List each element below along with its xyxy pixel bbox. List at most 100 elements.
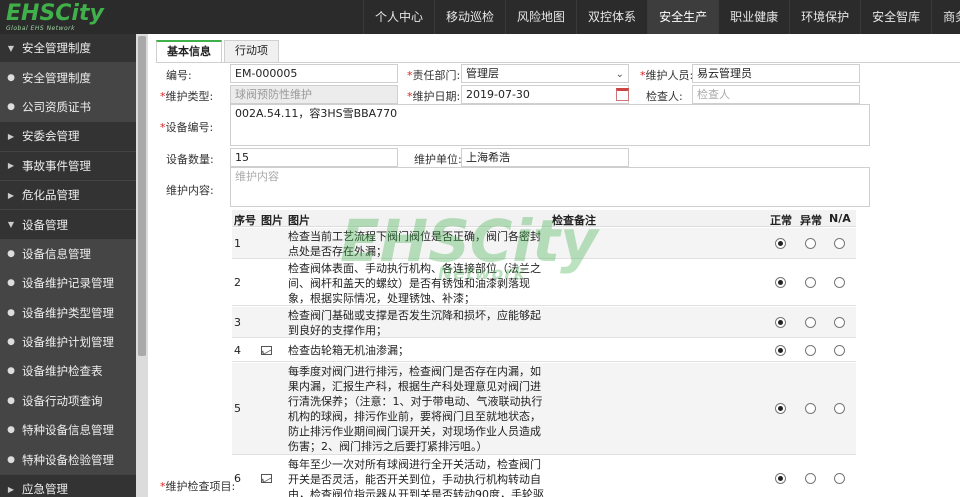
sidebar-item-11[interactable]: ● 设备维护检查表: [0, 357, 136, 387]
radio-abnormal[interactable]: [805, 345, 816, 356]
equip-qty-field[interactable]: 15: [230, 148, 398, 167]
sidebar-scrollbar[interactable]: [136, 34, 148, 497]
radio-abnormal[interactable]: [805, 277, 816, 288]
sidebar-item-label: 设备信息管理: [22, 246, 91, 261]
bullet-icon: ●: [7, 307, 15, 318]
dept-label: *责任部门:: [407, 69, 461, 82]
image-icon[interactable]: [261, 474, 272, 483]
col-no: 序号: [234, 214, 256, 227]
main-nav: 个人中心移动巡检风险地图双控体系安全生产职业健康环境保护安全智库商务中心: [363, 0, 960, 34]
date-field[interactable]: 2019-07-30: [461, 85, 629, 104]
maintainer-field[interactable]: 易云管理员: [692, 64, 860, 83]
caret-down-icon: ▼: [7, 43, 15, 53]
sidebar-item-3[interactable]: ▶ 安委会管理: [0, 122, 136, 152]
sidebar-item-label: 安全管理制度: [22, 70, 91, 85]
code-field[interactable]: EM-000005: [230, 64, 398, 83]
sidebar-item-8[interactable]: ● 设备维护记录管理: [0, 269, 136, 299]
sidebar-item-label: 应急管理: [22, 482, 68, 497]
caret-right-icon: ▶: [7, 484, 15, 494]
sidebar-item-label: 设备维护检查表: [22, 364, 103, 379]
nav-item-0[interactable]: 个人中心: [363, 0, 434, 34]
radio-na[interactable]: [834, 277, 845, 288]
nav-item-8[interactable]: 商务中心: [931, 0, 960, 34]
caret-right-icon: ▶: [7, 161, 15, 171]
sidebar-item-label: 安全管理制度: [22, 41, 91, 56]
calendar-icon[interactable]: [616, 88, 629, 101]
type-label: *维护类型:: [160, 90, 214, 103]
check-item-text: 每季度对阀门进行排污，检查阀门是否存在内漏，如果内漏，汇报生产科，根据生产科处理…: [288, 365, 543, 453]
check-item-text: 检查齿轮箱无机油渗漏；: [288, 344, 409, 357]
check-item-text: 检查阀门基础或支撑是否发生沉降和损坏，应能够起到良好的支撑作用；: [288, 309, 541, 337]
sidebar-item-1[interactable]: ● 安全管理制度: [0, 63, 136, 93]
radio-na[interactable]: [834, 345, 845, 356]
sidebar-item-4[interactable]: ▶ 事故事件管理: [0, 151, 136, 181]
dept-select[interactable]: 管理层 ⌄: [461, 64, 629, 83]
tab-1[interactable]: 行动项: [224, 40, 279, 62]
row-number: 2: [234, 276, 241, 289]
check-items-table: 序号 图片 图片 检查备注 正常 异常 N/A 1 检查当前工艺流程下阀门阀位是否…: [232, 210, 856, 497]
tab-0[interactable]: 基本信息: [156, 40, 222, 62]
sidebar-item-14[interactable]: ● 特种设备检验管理: [0, 445, 136, 475]
nav-item-3[interactable]: 双控体系: [576, 0, 647, 34]
sidebar-item-5[interactable]: ▶ 危化品管理: [0, 180, 136, 211]
radio-normal[interactable]: [775, 345, 786, 356]
radio-abnormal[interactable]: [805, 238, 816, 249]
sidebar-item-2[interactable]: ● 公司资质证书: [0, 92, 136, 123]
equip-code-textarea[interactable]: 002A.54.11，容3HS雪BBA770: [230, 104, 870, 146]
sidebar-item-label: 事故事件管理: [22, 158, 91, 173]
sidebar-item-6[interactable]: ▼ 设备管理: [0, 210, 136, 240]
nav-item-6[interactable]: 环境保护: [789, 0, 860, 34]
radio-normal[interactable]: [775, 277, 786, 288]
radio-normal[interactable]: [775, 403, 786, 414]
table-row: 1 检查当前工艺流程下阀门阀位是否正确，阀门各密封点处是否存在外漏；: [232, 228, 856, 259]
unit-field[interactable]: 上海希浩: [461, 148, 629, 167]
radio-na[interactable]: [834, 238, 845, 249]
radio-abnormal[interactable]: [805, 473, 816, 484]
sidebar-item-12[interactable]: ● 设备行动项查询: [0, 386, 136, 417]
sidebar-item-label: 特种设备检验管理: [22, 452, 114, 467]
radio-na[interactable]: [834, 473, 845, 484]
radio-abnormal[interactable]: [805, 403, 816, 414]
table-row: 5 每季度对阀门进行排污，检查阀门是否存在内漏，如果内漏，汇报生产科，根据生产科处…: [232, 363, 856, 455]
col-item: 图片: [288, 214, 310, 227]
sidebar-scroll-thumb[interactable]: [138, 36, 146, 356]
nav-item-2[interactable]: 风险地图: [505, 0, 576, 34]
nav-item-7[interactable]: 安全智库: [860, 0, 931, 34]
nav-item-5[interactable]: 职业健康: [718, 0, 789, 34]
sidebar-item-label: 公司资质证书: [22, 99, 91, 114]
radio-abnormal[interactable]: [805, 317, 816, 328]
logo-subtitle: Global EHS Network: [6, 25, 76, 32]
radio-normal[interactable]: [775, 473, 786, 484]
caret-right-icon: ▶: [7, 190, 15, 200]
date-label: *维护日期:: [407, 90, 461, 103]
nav-item-4[interactable]: 安全生产: [647, 0, 719, 34]
sidebar-item-10[interactable]: ● 设备维护计划管理: [0, 327, 136, 358]
nav-item-1[interactable]: 移动巡检: [434, 0, 505, 34]
sidebar-item-7[interactable]: ● 设备信息管理: [0, 239, 136, 270]
inspector-field[interactable]: 检查人: [692, 85, 860, 104]
caret-right-icon: ▶: [7, 131, 15, 141]
radio-normal[interactable]: [775, 238, 786, 249]
chevron-down-icon: ⌄: [615, 69, 624, 80]
inspector-label: 检查人:: [646, 90, 683, 103]
radio-normal[interactable]: [775, 317, 786, 328]
bullet-icon: ●: [7, 454, 15, 465]
sidebar-item-0[interactable]: ▼ 安全管理制度: [0, 34, 136, 64]
unit-label: 维护单位:: [414, 153, 462, 166]
sidebar-item-15[interactable]: ▶ 应急管理: [0, 474, 136, 497]
sidebar-item-9[interactable]: ● 设备维护类型管理: [0, 298, 136, 328]
sidebar-item-label: 特种设备信息管理: [22, 423, 114, 438]
logo[interactable]: EHSCity Global EHS Network: [6, 3, 136, 33]
image-icon[interactable]: [261, 346, 272, 355]
radio-na[interactable]: [834, 317, 845, 328]
caret-down-icon: ▼: [7, 220, 15, 230]
maintainer-label: *维护人员:: [640, 69, 694, 82]
sidebar-item-label: 安委会管理: [22, 129, 80, 144]
content-textarea[interactable]: 维护内容: [230, 167, 870, 207]
top-header: EHSCity Global EHS Network 个人中心 移动巡检 风险地图双…: [0, 0, 960, 34]
content-label: 维护内容:: [166, 184, 214, 197]
row-number: 3: [234, 316, 241, 329]
radio-na[interactable]: [834, 403, 845, 414]
sidebar-item-13[interactable]: ● 特种设备信息管理: [0, 416, 136, 446]
check-item-text: 每年至少一次对所有球阀进行全开关活动，检查阀门开关是否灵活，能否开关到位，手动执…: [288, 458, 544, 497]
